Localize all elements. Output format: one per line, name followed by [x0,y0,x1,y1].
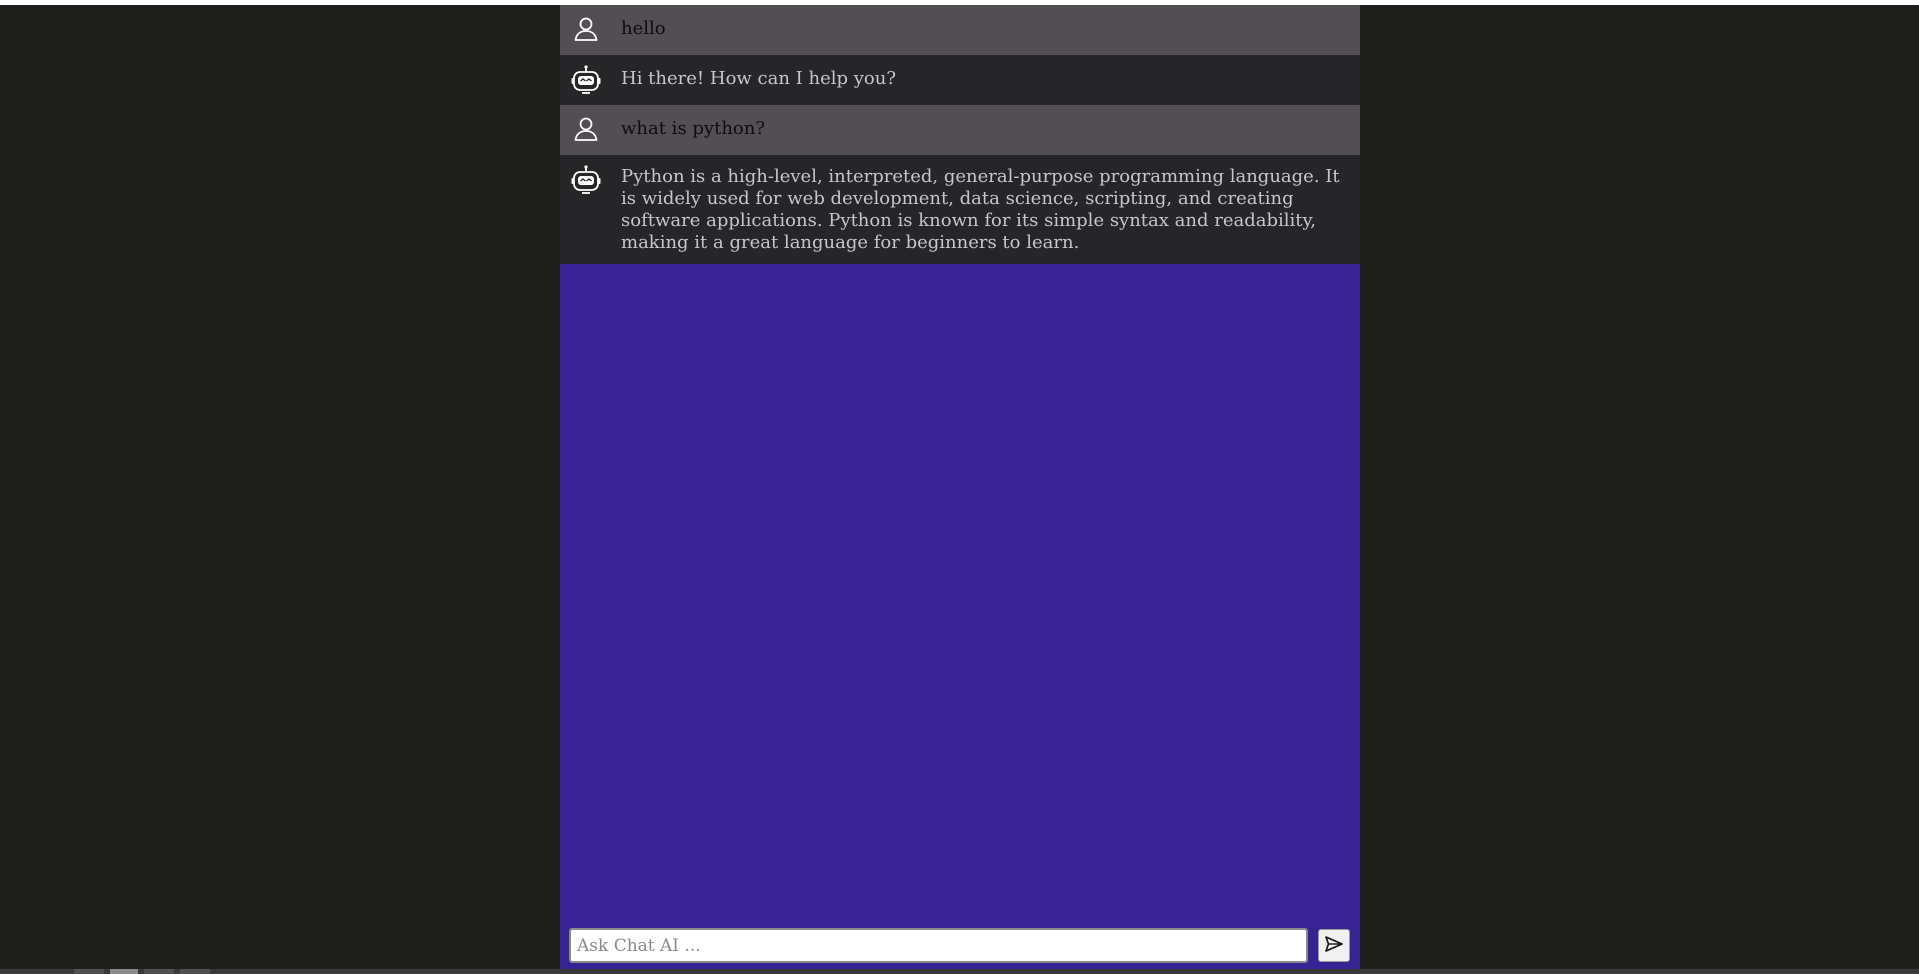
send-icon [1324,935,1344,956]
send-button[interactable] [1318,929,1350,962]
message-text: what is python? [621,118,765,139]
robot-icon [570,64,602,96]
bottom-edge [0,969,1919,974]
robot-icon [570,164,602,196]
bot-message: Python is a high-level, interpreted, gen… [560,155,1360,264]
taskbar-segment [180,969,210,974]
message-text: hello [621,18,666,39]
user-message: what is python? [560,105,1360,155]
bot-message: Hi there! How can I help you? [560,55,1360,105]
message-text: Hi there! How can I help you? [621,68,896,89]
user-message: hello [560,5,1360,55]
user-icon [570,14,602,46]
chat-panel: hello Hi there! How can I help you? what [560,5,1360,969]
message-text: Python is a high-level, interpreted, gen… [621,166,1340,253]
taskbar-segment [110,969,138,974]
chat-input[interactable] [569,928,1308,963]
composer [560,922,1360,969]
taskbar-segment [74,969,104,974]
taskbar-segment [144,969,174,974]
user-icon [570,114,602,146]
